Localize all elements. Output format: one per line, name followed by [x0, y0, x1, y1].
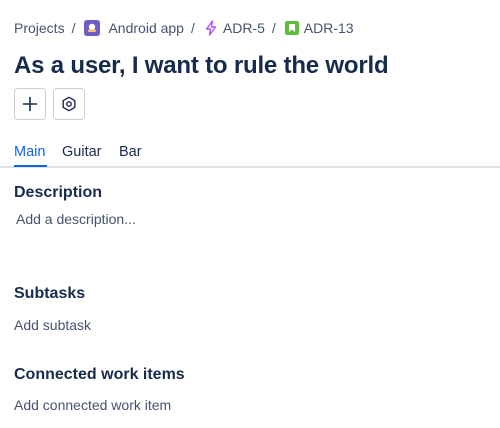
add-button[interactable] — [14, 88, 46, 120]
breadcrumb-epic-label[interactable]: ADR-5 — [223, 20, 265, 36]
connected-work-items-heading: Connected work items — [14, 366, 185, 383]
apps-button[interactable] — [53, 88, 85, 120]
add-connected-work-item-button[interactable]: Add connected work item — [14, 397, 171, 413]
tab-main[interactable]: Main — [14, 144, 45, 160]
project-avatar-icon — [84, 20, 101, 36]
add-subtask-button[interactable]: Add subtask — [14, 317, 91, 333]
breadcrumb-separator: / — [271, 20, 276, 36]
issue-title[interactable]: As a user, I want to rule the world — [14, 52, 389, 80]
tab-guitar[interactable]: Guitar — [62, 144, 102, 160]
description-heading: Description — [14, 184, 103, 201]
epic-icon — [203, 20, 219, 36]
subtasks-heading: Subtasks — [14, 285, 86, 302]
breadcrumb-story[interactable]: ADR-13 — [284, 20, 354, 36]
description-field[interactable]: Add a description... — [16, 211, 136, 227]
breadcrumb-epic[interactable]: ADR-5 — [203, 20, 265, 36]
hexagon-settings-icon — [62, 96, 76, 112]
active-tab-indicator — [14, 165, 47, 167]
breadcrumb-separator: / — [190, 20, 195, 36]
plus-icon — [22, 96, 38, 112]
breadcrumb-projects-label[interactable]: Projects — [14, 20, 65, 36]
breadcrumb-projects[interactable]: Projects — [14, 20, 65, 36]
tab-bar: Main Guitar Bar — [0, 140, 500, 168]
tab-bar-item[interactable]: Bar — [119, 144, 142, 160]
breadcrumb-project-label[interactable]: Android app — [108, 20, 184, 36]
story-icon — [284, 21, 299, 35]
breadcrumb: Projects / Android app / ADR-5 / ADR-13 — [14, 18, 354, 38]
breadcrumb-separator: / — [71, 20, 76, 36]
breadcrumb-project[interactable]: Android app — [83, 20, 184, 36]
breadcrumb-story-label[interactable]: ADR-13 — [304, 20, 354, 36]
issue-actions — [14, 88, 85, 120]
